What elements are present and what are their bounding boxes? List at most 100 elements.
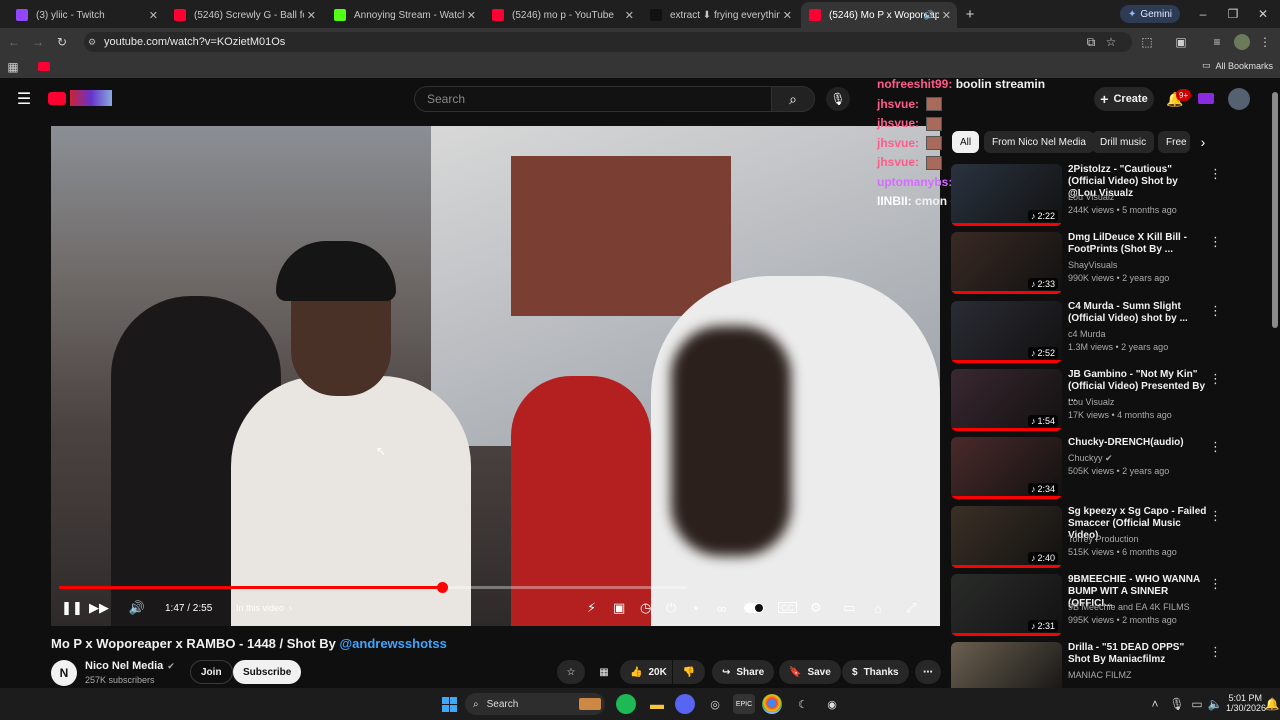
more-options-icon[interactable]: ⋮ [1209,576,1222,592]
recommended-video[interactable]: ♪ 1:54 JB Gambino - "Not My Kin" (Official… [951,368,1271,431]
search-input[interactable]: Search [414,86,772,112]
steam-icon[interactable]: ◎ [704,694,726,714]
gemini-button[interactable]: ✦ Gemini [1120,5,1180,23]
tab-close-icon[interactable]: ✕ [625,9,634,22]
playback-speed-icon[interactable]: ◷ [640,598,651,618]
video-thumbnail[interactable]: ♪ 2:34 [951,437,1062,500]
profile-avatar[interactable] [1234,34,1250,50]
notification-center-icon[interactable]: 🔔 [1265,697,1280,711]
extensions-icon[interactable]: ⬚ [1140,35,1154,49]
obs-icon[interactable]: ◉ [821,694,843,714]
more-options-icon[interactable]: ⋮ [1209,508,1222,524]
app-icon[interactable]: ☾ [792,694,814,714]
filter-chip[interactable]: From Nico Nel Media [984,131,1094,153]
side-panel-icon[interactable]: ▣ [1174,35,1188,49]
tab-close-icon[interactable]: ✕ [783,9,792,22]
scrollbar-thumb[interactable] [1272,92,1278,328]
filter-chip[interactable]: All [952,131,980,153]
hamburger-menu-icon[interactable]: ☰ [16,91,32,108]
settings-gear-icon[interactable]: ⚙ [810,598,822,618]
channel-name[interactable]: Lou Visualz [1068,192,1114,202]
more-options-icon[interactable]: ⋮ [1209,644,1222,660]
next-button[interactable]: ▶▶ [89,598,109,618]
forward-icon[interactable]: → [30,35,46,49]
theater-mode-icon[interactable]: ▭ [843,598,855,618]
bookmark-star-icon[interactable]: ☆ [1104,35,1118,49]
site-info-icon[interactable]: ⚙ [88,37,96,48]
video-thumbnail[interactable]: ♪ 2:52 [951,300,1062,363]
more-options-icon[interactable]: ⋮ [1209,371,1222,387]
captions-icon[interactable]: CC [778,602,797,613]
chevron-up-icon[interactable]: ˄ [1148,697,1162,711]
progress-scrubber[interactable] [437,582,449,593]
chips-next-icon[interactable]: › [1196,134,1210,150]
voice-search-button[interactable]: 🎙 [826,87,850,111]
save-button[interactable]: 🔖 Save [779,660,841,684]
favorite-button[interactable]: ☆ [557,660,585,684]
dislike-button[interactable]: 👎 [673,660,705,684]
recommended-video[interactable]: ♪ 2:31 9BMEECHIE - WHO WANNA BUMP WIT A SI… [951,573,1271,636]
tab-close-icon[interactable]: ✕ [942,9,951,22]
overflow-grid-button[interactable]: ▦ [591,660,617,684]
volume-button[interactable]: 🔊 [128,598,146,618]
join-button[interactable]: Join [190,660,233,684]
all-bookmarks[interactable]: ▭ All Bookmarks [1202,60,1273,71]
more-options-icon[interactable]: ⋮ [1209,234,1222,250]
pause-button[interactable]: ❚❚ [61,598,83,618]
account-avatar[interactable] [1228,88,1250,110]
browser-tab[interactable]: (5246) Screwly G - Ball for Life✕ [166,4,322,26]
video-player[interactable] [51,126,940,626]
close-window-icon[interactable]: ✕ [1256,7,1270,21]
fullscreen-icon[interactable]: ⤢ [906,598,916,618]
youtube-bookmark-icon[interactable] [38,62,50,71]
stable-volume-icon[interactable]: ⚡ [587,598,596,618]
tab-search-icon[interactable]: ≡ [1210,35,1224,49]
tab-close-icon[interactable]: ✕ [467,9,476,22]
back-icon[interactable]: ← [6,35,22,49]
thanks-button[interactable]: $ Thanks [842,660,909,684]
autoplay-toggle[interactable] [744,603,764,613]
browser-tab[interactable]: (5246) Mo P x Woporeaper 🔊 ✕ [801,2,957,28]
browser-tab[interactable]: (5246) mo p - YouTube ✕ [484,4,640,26]
browser-tab[interactable]: extract ⬇ frying everything an✕ [642,4,798,26]
channel-name[interactable]: Chuckyy ✔ [1068,453,1113,464]
minimize-icon[interactable]: – [1196,7,1210,21]
browser-tab[interactable]: Annoying Stream - Watch Live✕ [326,4,482,26]
channel-name[interactable]: Lou Visualz [1068,397,1114,407]
microphone-tray-icon[interactable]: 🎙 [1169,697,1184,711]
youtube-logo[interactable] [48,92,66,105]
video-title-handle-link[interactable]: @andrewsshotss [339,636,446,651]
video-thumbnail[interactable]: ♪ 1:54 [951,368,1062,431]
video-title[interactable]: Dmg LilDeuce X Kill Bill - FootPrints (S… [1068,232,1208,256]
video-thumbnail[interactable]: ♪ 2:40 [951,505,1062,568]
channel-name[interactable]: ShayVisuals [1068,260,1117,270]
chrome-icon[interactable] [762,694,782,714]
channel-name[interactable]: c4 Murda [1068,329,1106,339]
video-title[interactable]: Drilla - "51 DEAD OPPS" Shot By Maniacfi… [1068,642,1208,666]
doodle-logo[interactable] [70,90,112,106]
tab-audio-icon[interactable]: 🔊 [924,10,935,21]
timer-icon[interactable]: ◔ [691,598,699,618]
create-button[interactable]: + Create [1094,87,1154,111]
tab-close-icon[interactable]: ✕ [307,9,316,22]
tab-close-icon[interactable]: ✕ [149,9,158,22]
clock[interactable]: 5:01 PM 1/30/2026 [1226,693,1266,713]
extension-badge-icon[interactable] [1198,93,1214,104]
video-title[interactable]: C4 Murda - Sumn Slight (Official Video) … [1068,301,1208,325]
apps-grid-icon[interactable]: ▦ [6,60,20,74]
subscribe-button[interactable]: Subscribe [233,660,302,684]
share-button[interactable]: ↪ Share [712,660,775,684]
video-title[interactable]: Chucky-DRENCH(audio) [1068,437,1208,449]
search-button[interactable]: ⌕ [771,86,815,112]
more-options-icon[interactable]: ⋮ [1209,166,1222,182]
menu-icon[interactable]: ⋮ [1258,35,1272,49]
file-explorer-icon[interactable]: ▬ [646,694,668,714]
video-thumbnail[interactable]: ♪ 2:33 [951,232,1062,295]
spotify-icon[interactable] [616,694,636,714]
install-app-icon[interactable]: ⧉ [1084,35,1098,49]
like-button[interactable]: 👍 20K [620,660,672,684]
reload-icon[interactable]: ↻ [54,35,70,49]
address-bar[interactable]: ⚙ youtube.com/watch?v=KOzietM01Os [84,32,1132,52]
video-thumbnail[interactable]: ♪ 2:22 [951,164,1062,226]
filter-chip[interactable]: Drill music [1092,131,1155,153]
